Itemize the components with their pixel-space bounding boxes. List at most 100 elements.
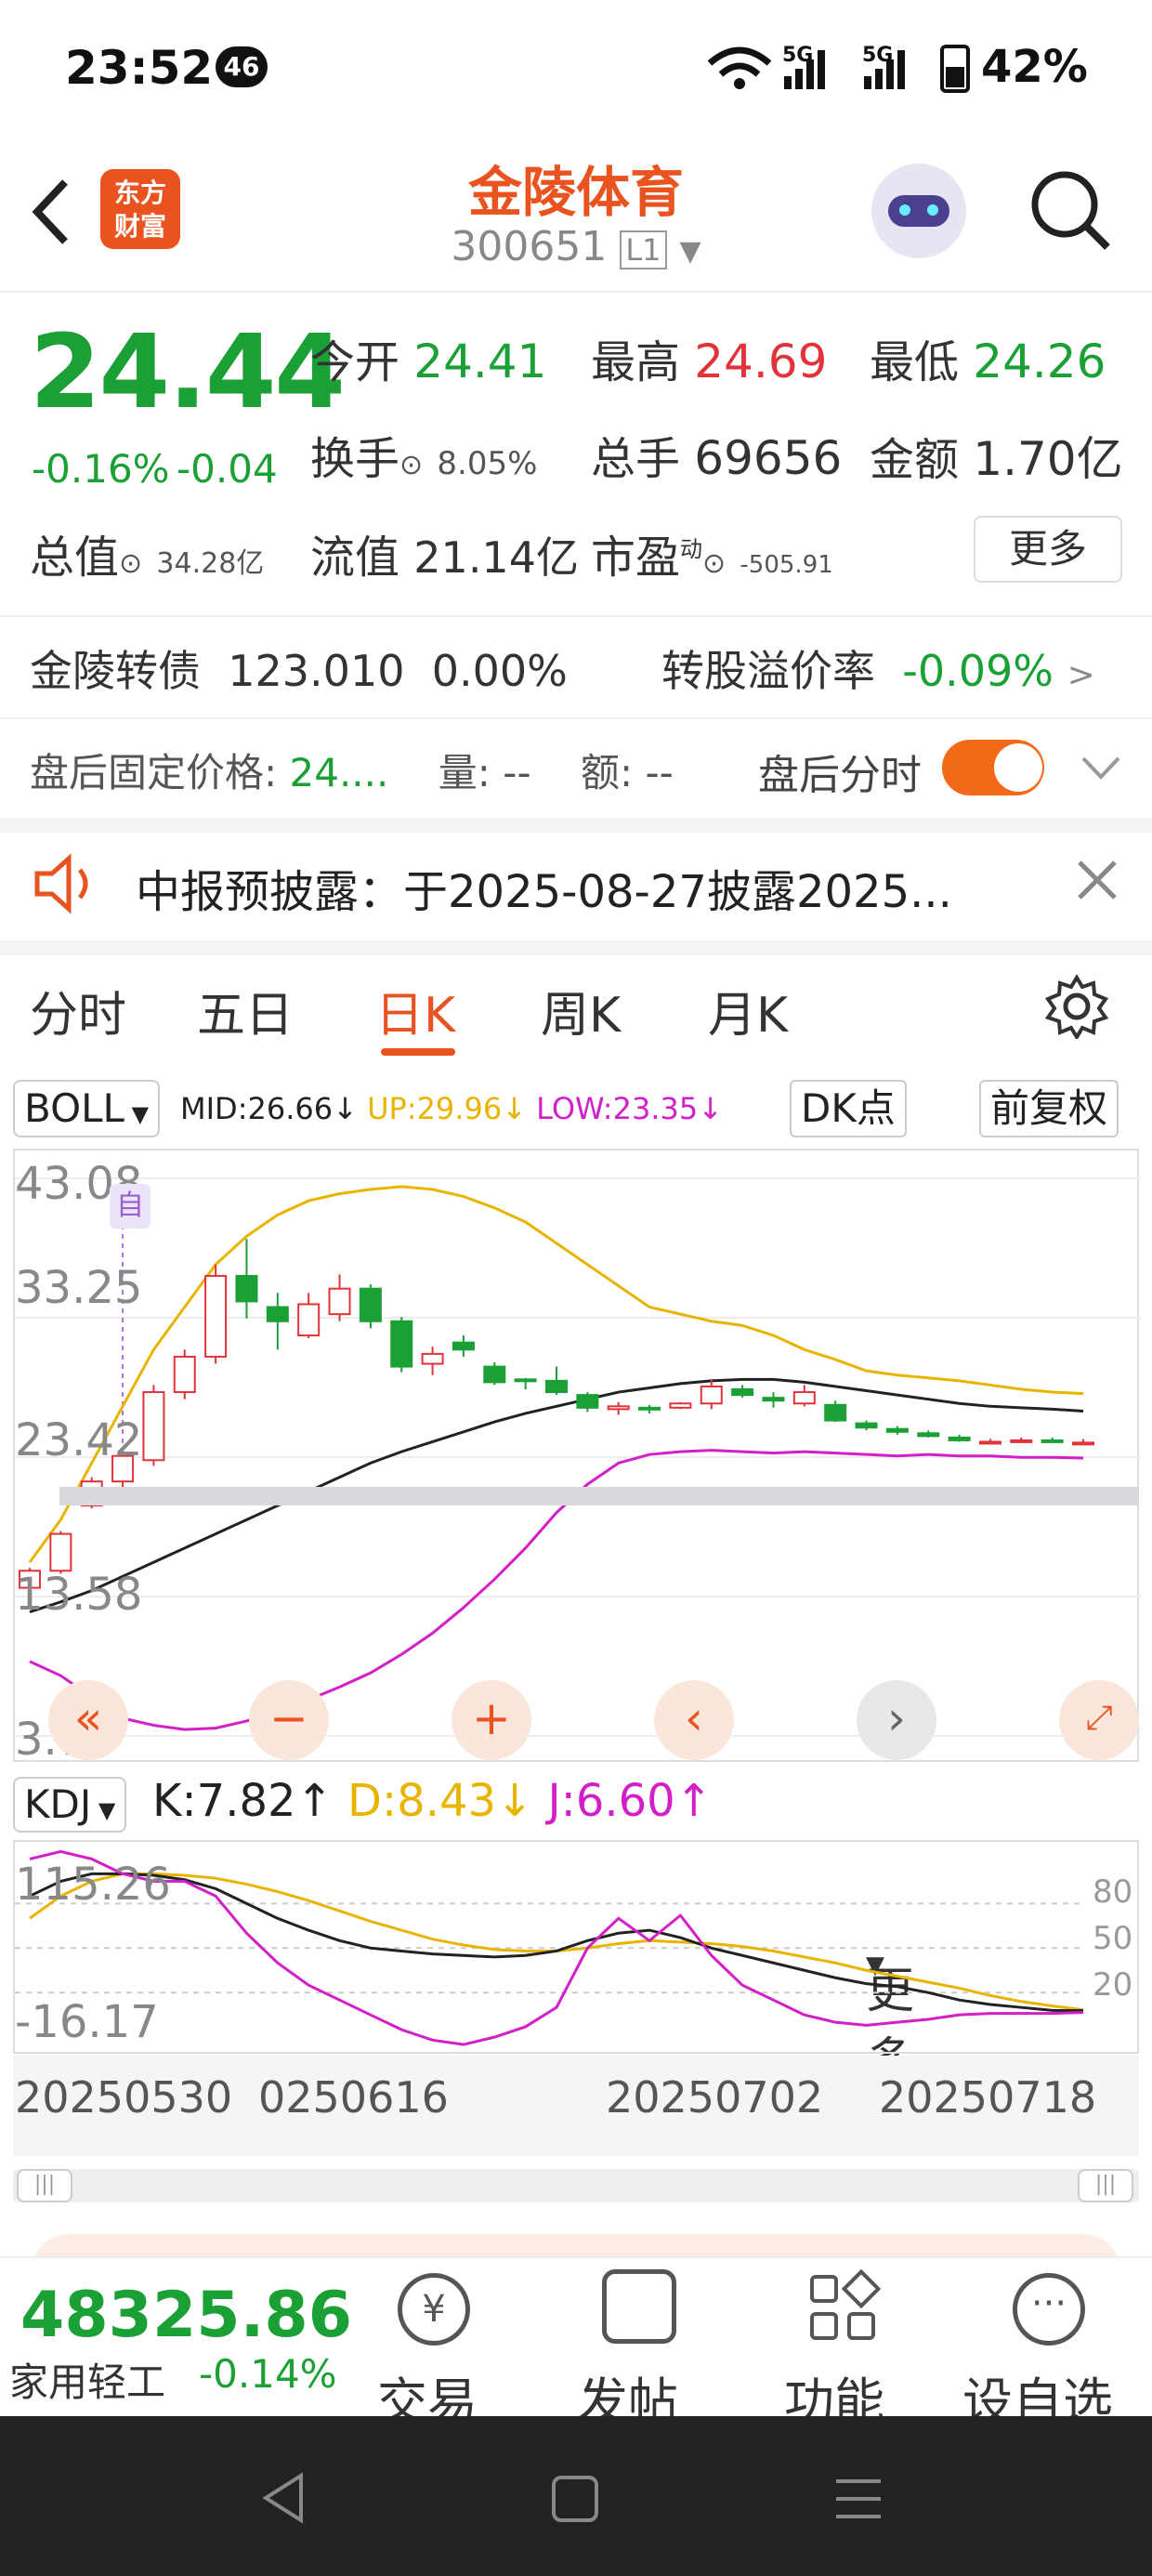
candle-body <box>359 1287 382 1322</box>
y-label-2: 33.25 <box>15 1262 143 1314</box>
after-hours-label: 盘后分时 <box>758 752 922 799</box>
trade-icon[interactable]: ¥ <box>398 2273 470 2346</box>
candle-body <box>1010 1439 1033 1443</box>
kdj-chart[interactable]: 115.26 -16.17 80 50 20 <box>13 1840 1139 2054</box>
candle-body <box>142 1391 165 1462</box>
scroll-left-icon[interactable]: ‹ <box>654 1680 734 1760</box>
index-value[interactable]: 48325.86 <box>20 2279 352 2352</box>
candle-body <box>173 1355 196 1394</box>
kdj-level-50: 50 <box>1093 1920 1133 1957</box>
candle-body <box>235 1274 258 1303</box>
tab-intraday[interactable]: 分时 <box>30 976 126 1045</box>
range-scroller[interactable]: ||| ||| <box>13 2169 1139 2202</box>
chevron-down-icon[interactable] <box>1078 751 1124 784</box>
y-label-4: 13.58 <box>15 1569 143 1621</box>
more-button[interactable]: 更多 <box>974 516 1122 583</box>
chevron-down-icon: ▼ <box>679 235 701 268</box>
tab-weekly-k[interactable]: 周K <box>541 976 621 1045</box>
divider <box>0 717 1152 719</box>
after-hours-toggle[interactable] <box>942 740 1044 795</box>
after-hours-row: 盘后固定价格: 24.... 量: -- 额: -- <box>30 750 674 795</box>
kline-chart[interactable]: 43.08 33.25 23.42 13.58 3.75 自 <box>13 1149 1141 1766</box>
current-price: 24.44 <box>30 312 346 431</box>
section-gap <box>0 940 1152 955</box>
settings-gear-icon[interactable] <box>1044 974 1109 1039</box>
tab-five-day[interactable]: 五日 <box>197 976 294 1045</box>
kdj-k-line <box>29 1872 1084 2013</box>
dk-point-button[interactable]: DK点 <box>790 1080 907 1137</box>
status-bar: 23:52 46 5G 5G 42% <box>0 0 1152 139</box>
tab-monthly-k[interactable]: 月K <box>708 976 788 1045</box>
nav-home-icon[interactable] <box>550 2474 600 2524</box>
candle-body <box>855 1422 878 1429</box>
low-field: 最低 24.26 <box>870 335 1106 388</box>
kdj-values: K:7.82↑ D:8.43↓ J:6.60↑ <box>152 1775 713 1827</box>
index-change: -0.14% <box>199 2351 337 2397</box>
date-label-1: 20250530 <box>15 2072 233 2123</box>
volume-field: 总手 69656 <box>591 431 843 485</box>
grid-icon[interactable] <box>810 2268 882 2342</box>
candle-body <box>49 1532 72 1572</box>
candle-body <box>824 1403 847 1422</box>
change-percent: -0.16% <box>32 446 170 492</box>
date-label-2: 0250616 <box>258 2072 449 2123</box>
active-tab-indicator <box>381 1048 455 1056</box>
notice-text[interactable]: 中报预披露：于2025-08-27披露2025... <box>136 855 952 920</box>
more-dots-icon[interactable]: ··· <box>1013 2273 1085 2346</box>
candle-body <box>731 1388 754 1397</box>
kdj-y-bottom: -16.17 <box>15 1996 159 2048</box>
high-field: 最高 24.69 <box>591 335 828 388</box>
tab-daily-k[interactable]: 日K <box>375 976 455 1045</box>
system-nav-bar <box>0 2416 1152 2576</box>
notification-badge: 46 <box>216 46 268 87</box>
zoom-out-far-icon[interactable]: « <box>48 1680 128 1760</box>
fullscreen-icon[interactable]: ⤢ <box>1059 1680 1139 1760</box>
nav-menu-icon[interactable] <box>832 2474 884 2524</box>
change-amount: -0.04 <box>177 446 278 492</box>
signal-icons: 5G 5G <box>707 44 970 93</box>
candle-body <box>514 1378 537 1383</box>
edit-post-icon[interactable] <box>602 2269 676 2344</box>
pe-field: 市盈动⊙ -505.91 <box>591 532 833 584</box>
candle-body <box>545 1379 568 1394</box>
adjust-button[interactable]: 前复权 <box>979 1080 1119 1137</box>
range-handle-left[interactable]: ||| <box>17 2169 72 2202</box>
amount-field: 金额 1.70亿 <box>870 432 1123 486</box>
zoom-minus-icon[interactable]: − <box>249 1680 329 1760</box>
candle-body <box>421 1352 444 1365</box>
candle-body <box>948 1436 971 1441</box>
close-icon[interactable] <box>1076 859 1119 901</box>
kdj-level-20: 20 <box>1093 1966 1133 2004</box>
nav-back-icon[interactable] <box>260 2472 307 2524</box>
robot-avatar-icon[interactable] <box>871 164 966 258</box>
stock-name: 金陵体育 <box>467 161 684 224</box>
level-badge: L1 <box>620 230 667 269</box>
kline-svg <box>15 1177 1141 1737</box>
candle-body <box>204 1274 228 1358</box>
convertible-bond-row[interactable]: 金陵转债 123.010 0.00% <box>30 637 568 699</box>
kdj-selector[interactable]: KDJ ▼ <box>13 1777 127 1833</box>
float-cap-field: 流值 21.14亿 <box>310 532 579 584</box>
event-marker[interactable]: 自 <box>110 1184 151 1229</box>
candle-body <box>978 1440 1001 1445</box>
kdj-level-80: 80 <box>1093 1873 1133 1911</box>
range-handle-right[interactable]: ||| <box>1078 2169 1133 2202</box>
candle-body <box>297 1303 321 1337</box>
candle-body <box>452 1341 475 1351</box>
section-gap <box>0 818 1152 833</box>
conversion-premium[interactable]: 转股溢价率 -0.09% > <box>661 637 1095 699</box>
open-field: 今开 24.41 <box>310 335 547 388</box>
date-label-3: 20250702 <box>606 2072 824 2123</box>
boll-selector[interactable]: BOLL ▼ <box>13 1080 161 1137</box>
battery-level: 42% <box>981 41 1088 93</box>
zoom-plus-icon[interactable]: + <box>452 1680 531 1760</box>
candle-body <box>266 1306 289 1322</box>
divider <box>0 615 1152 617</box>
price-band <box>59 1487 1139 1505</box>
search-icon[interactable] <box>1026 165 1115 255</box>
kdj-y-top: 115.26 <box>15 1859 171 1911</box>
market-cap-field: 总值⊙ 34.28亿 <box>30 532 265 584</box>
stock-code-row[interactable]: 300651 L1 ▼ <box>0 223 1152 270</box>
scroll-right-icon[interactable]: › <box>857 1680 936 1760</box>
candle-body <box>390 1320 413 1368</box>
